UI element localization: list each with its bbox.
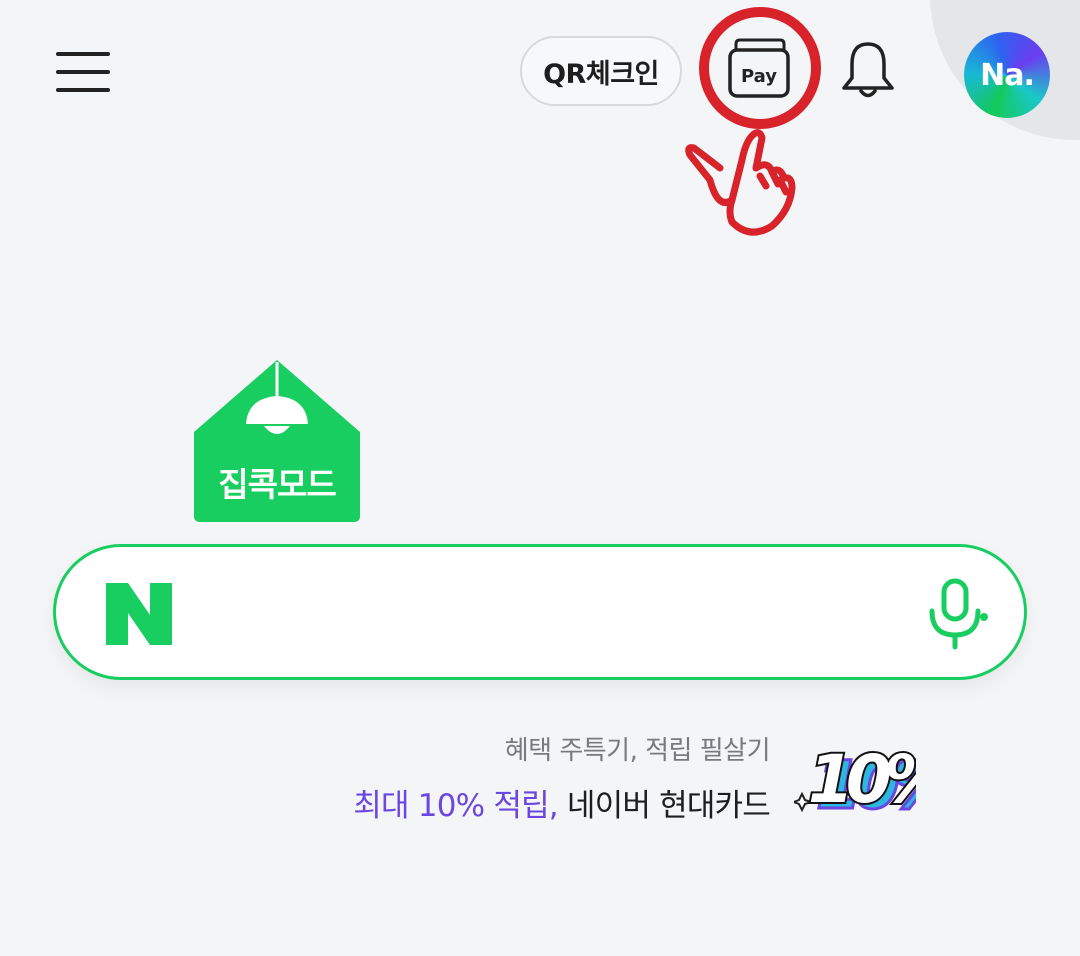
naver-logo-icon: [106, 583, 172, 645]
ten-percent-badge-icon: 10% 10%: [794, 739, 916, 822]
promo-title: 최대 10% 적립, 네이버 현대카드: [353, 780, 771, 825]
microphone-icon: [929, 578, 988, 650]
promo-subtitle: 혜택 주특기, 적립 필살기: [504, 736, 771, 766]
pointing-hand-icon: [685, 129, 796, 236]
menu-icon-line-top: [56, 52, 110, 56]
qr-checkin-button[interactable]: QR체크인: [520, 36, 682, 106]
voice-search-button[interactable]: [924, 577, 994, 653]
house-mode-label: 집콕모드: [218, 465, 336, 504]
search-bar[interactable]: [53, 544, 1027, 680]
annotation-circle: [699, 7, 821, 129]
menu-icon-line-middle: [56, 70, 110, 74]
annotation-overlay: [685, 7, 821, 236]
badge-text: 10%: [808, 741, 916, 818]
promo-highlight: 최대 10% 적립,: [353, 788, 558, 824]
menu-button[interactable]: [56, 48, 112, 98]
promo-title-rest: 네이버 현대카드: [557, 788, 771, 824]
avatar-text: Na.: [980, 57, 1035, 93]
avatar[interactable]: Na.: [964, 32, 1050, 118]
naver-home-screen: QR체크인 Pay Na. 집콕모드 혜택 주특기, 적립 필살기 최대 10%…: [0, 0, 1080, 956]
card-promo-banner[interactable]: 혜택 주특기, 적립 필살기 최대 10% 적립, 네이버 현대카드 10% 1…: [300, 730, 930, 830]
qr-checkin-label: QR체크인: [543, 58, 659, 90]
bell-icon: [842, 42, 894, 98]
notification-button[interactable]: [836, 38, 900, 102]
house-mode-banner[interactable]: 집콕모드: [194, 358, 360, 522]
menu-icon-line-bottom: [56, 88, 110, 92]
search-input[interactable]: [196, 577, 900, 649]
